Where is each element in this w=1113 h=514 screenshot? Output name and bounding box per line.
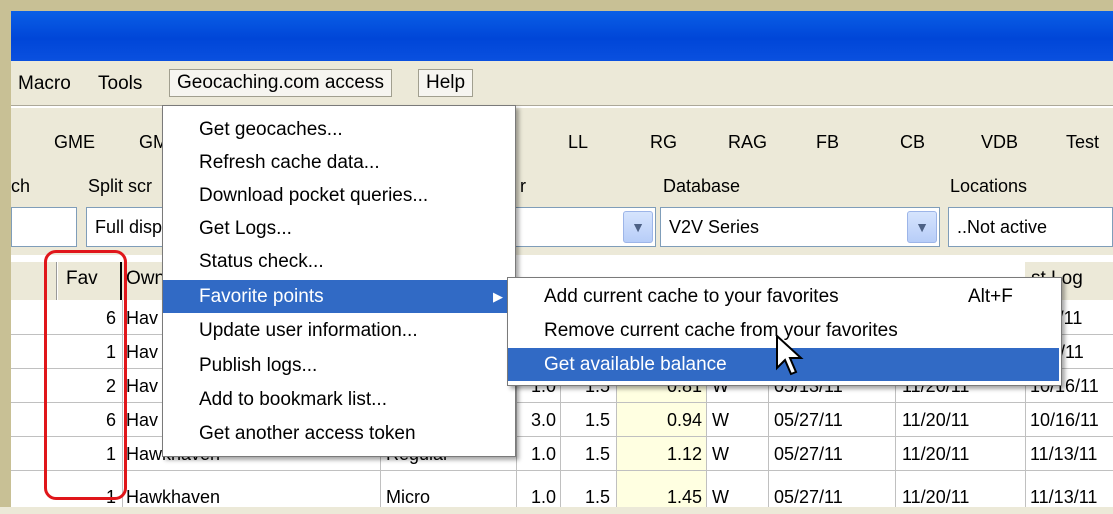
window-frame-top bbox=[0, 0, 1113, 11]
toolbar-rag-button[interactable]: RAG bbox=[728, 132, 767, 153]
locations-select[interactable]: ..Not active bbox=[948, 207, 1113, 247]
chevron-down-icon[interactable]: ▼ bbox=[907, 211, 937, 243]
cell-direction[interactable]: W bbox=[712, 480, 729, 514]
cell-difficulty[interactable]: 3.0 bbox=[518, 403, 556, 437]
cell-type[interactable]: Micro bbox=[386, 480, 430, 514]
cell-last-log[interactable]: 10/16/11 bbox=[1030, 403, 1099, 437]
database-select[interactable]: V2V Series ▼ bbox=[660, 207, 940, 247]
cell-found[interactable]: 11/20/11 bbox=[902, 437, 969, 471]
search-label: ch bbox=[11, 176, 31, 196]
fav-column-annotation bbox=[44, 250, 127, 500]
cell-terrain[interactable]: 1.5 bbox=[562, 437, 610, 471]
locations-label: Locations bbox=[950, 176, 1028, 196]
cell-owner[interactable]: Hav bbox=[126, 403, 158, 437]
cell-distance[interactable]: 0.94 bbox=[618, 403, 702, 437]
filter-select[interactable]: ▼ bbox=[500, 207, 656, 247]
header-owner-label: Own bbox=[126, 268, 166, 289]
add-to-favorites-label: Add current cache to your favorites bbox=[544, 286, 839, 307]
cell-direction[interactable]: W bbox=[712, 437, 729, 471]
menu-tools[interactable]: Tools bbox=[93, 71, 147, 97]
menu-help[interactable]: Help bbox=[418, 69, 474, 97]
toolbar-test-button[interactable]: Test bbox=[1066, 132, 1099, 153]
toolbar-gme-button[interactable]: GME bbox=[54, 132, 95, 153]
menu-item-get-logs[interactable]: Get Logs... bbox=[163, 212, 515, 245]
toolbar-rg-button[interactable]: RG bbox=[650, 132, 677, 153]
cell-placed[interactable]: 05/27/11 bbox=[774, 437, 843, 471]
add-to-favorites-shortcut: Alt+F bbox=[968, 286, 1013, 307]
toolbar-cb-button[interactable]: CB bbox=[900, 132, 925, 153]
menu-item-publish-logs[interactable]: Publish logs... bbox=[163, 349, 515, 382]
menu-item-status-check[interactable]: Status check... bbox=[163, 245, 515, 278]
cell-difficulty[interactable]: 1.0 bbox=[518, 437, 556, 471]
mouse-cursor-icon bbox=[776, 334, 804, 376]
menu-item-favorite-points[interactable]: Favorite points ▶ bbox=[163, 280, 515, 313]
menu-item-add-to-favorites[interactable]: Add current cache to your favorites Alt+… bbox=[508, 280, 1061, 313]
split-screen-label: Split scr bbox=[88, 176, 153, 196]
menu-item-get-geocaches[interactable]: Get geocaches... bbox=[163, 113, 515, 146]
database-label: Database bbox=[663, 176, 741, 196]
window-frame-left bbox=[0, 0, 11, 507]
menu-item-add-to-bookmark-list[interactable]: Add to bookmark list... bbox=[163, 383, 515, 416]
menu-geocaching-access[interactable]: Geocaching.com access bbox=[169, 69, 392, 97]
favorite-points-label: Favorite points bbox=[199, 286, 324, 307]
cell-owner[interactable]: Hawkhaven bbox=[126, 480, 220, 514]
toolbar-ll-button[interactable]: LL bbox=[568, 132, 588, 153]
cell-difficulty[interactable]: 1.0 bbox=[518, 480, 556, 514]
cell-terrain[interactable]: 1.5 bbox=[562, 403, 610, 437]
cell-distance[interactable]: 1.12 bbox=[618, 437, 702, 471]
menu-bar: Macro Tools Geocaching.com access Help bbox=[11, 61, 1113, 105]
locations-value: ..Not active bbox=[957, 217, 1048, 237]
chevron-down-icon[interactable]: ▼ bbox=[623, 211, 653, 243]
toolbar-fb-button[interactable]: FB bbox=[816, 132, 839, 153]
menu-item-update-user-information[interactable]: Update user information... bbox=[163, 314, 515, 347]
search-input[interactable] bbox=[11, 207, 77, 247]
menu-macro[interactable]: Macro bbox=[13, 71, 76, 97]
menu-item-refresh-cache-data[interactable]: Refresh cache data... bbox=[163, 146, 515, 179]
geocaching-access-menu: Get geocaches... Refresh cache data... D… bbox=[162, 105, 516, 457]
cell-found[interactable]: 11/20/11 bbox=[902, 403, 969, 437]
cell-distance[interactable]: 1.45 bbox=[618, 480, 702, 514]
cell-placed[interactable]: 05/27/11 bbox=[774, 480, 843, 514]
cell-found[interactable]: 11/20/11 bbox=[902, 480, 969, 514]
title-bar[interactable] bbox=[11, 11, 1113, 61]
submenu-arrow-icon: ▶ bbox=[493, 289, 503, 304]
menu-item-download-pocket-queries[interactable]: Download pocket queries... bbox=[163, 179, 515, 212]
menu-item-get-another-access-token[interactable]: Get another access token bbox=[163, 417, 515, 450]
cell-placed[interactable]: 05/27/11 bbox=[774, 403, 843, 437]
cell-owner[interactable]: Hav bbox=[126, 335, 158, 369]
cell-owner[interactable]: Hav bbox=[126, 369, 158, 403]
database-value: V2V Series bbox=[669, 217, 760, 237]
cell-last-log[interactable]: 11/13/11 bbox=[1030, 480, 1097, 514]
split-screen-value: Full disp bbox=[95, 217, 163, 237]
cell-owner[interactable]: Hav bbox=[126, 301, 158, 335]
cell-last-log[interactable]: 11/13/11 bbox=[1030, 437, 1097, 471]
toolbar-vdb-button[interactable]: VDB bbox=[981, 132, 1018, 153]
cell-direction[interactable]: W bbox=[712, 403, 729, 437]
filter-label: r bbox=[520, 176, 526, 196]
cell-terrain[interactable]: 1.5 bbox=[562, 480, 610, 514]
